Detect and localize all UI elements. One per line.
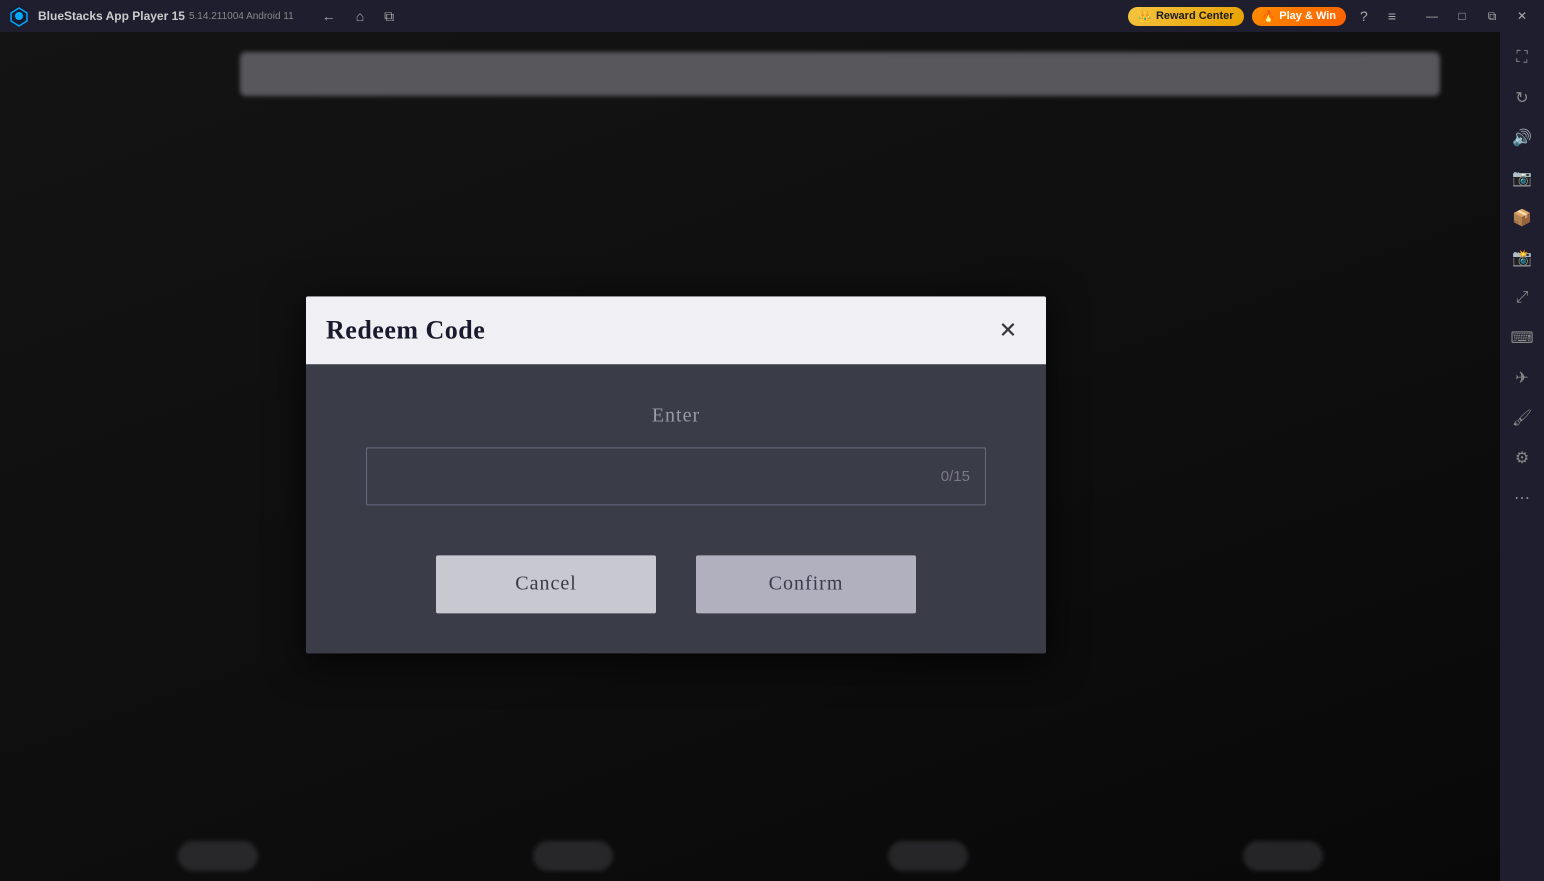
brush-icon[interactable]: 🖌 bbox=[1504, 400, 1540, 436]
keyboard-icon[interactable]: ⌨ bbox=[1504, 320, 1540, 356]
code-counter: 0/15 bbox=[941, 467, 970, 484]
restore-button[interactable]: ⧉ bbox=[1478, 6, 1506, 26]
settings-icon[interactable]: ⚙ bbox=[1504, 440, 1540, 476]
cancel-button[interactable]: Cancel bbox=[436, 555, 656, 613]
code-input-wrapper: 0/15 bbox=[366, 447, 986, 505]
fire-icon: 🔥 bbox=[1262, 10, 1276, 23]
camera-icon[interactable]: 📷 bbox=[1504, 160, 1540, 196]
reward-center-button[interactable]: 👑 Reward Center bbox=[1128, 7, 1243, 26]
reward-center-label: Reward Center bbox=[1156, 10, 1234, 22]
titlebar-nav: ← ⌂ ⧉ bbox=[318, 4, 398, 29]
minimize-button[interactable]: — bbox=[1418, 6, 1446, 26]
dialog-footer: Cancel Confirm bbox=[306, 555, 1046, 653]
titlebar: BlueStacks App Player 15 5.14.211004 And… bbox=[0, 0, 1544, 32]
maximize-button[interactable]: □ bbox=[1448, 6, 1476, 26]
screen-rotate-icon[interactable]: ↻ bbox=[1504, 80, 1540, 116]
code-input[interactable] bbox=[366, 447, 986, 505]
confirm-button[interactable]: Confirm bbox=[696, 555, 916, 613]
home-button[interactable]: ⌂ bbox=[352, 4, 368, 28]
volume-icon[interactable]: 🔊 bbox=[1504, 120, 1540, 156]
titlebar-right: 👑 Reward Center 🔥 Play & Win ? ≡ — □ ⧉ ✕ bbox=[1128, 4, 1536, 28]
redeem-code-dialog: Redeem Code ✕ Enter 0/15 Cancel Confirm bbox=[306, 296, 1046, 653]
copy-button[interactable]: ⧉ bbox=[380, 4, 398, 29]
window-controls: — □ ⧉ ✕ bbox=[1418, 6, 1536, 26]
help-button[interactable]: ? bbox=[1354, 4, 1374, 28]
back-button[interactable]: ← bbox=[318, 4, 340, 28]
menu-button[interactable]: ≡ bbox=[1382, 4, 1402, 28]
play-win-button[interactable]: 🔥 Play & Win bbox=[1252, 7, 1346, 26]
dialog-close-button[interactable]: ✕ bbox=[990, 312, 1026, 348]
fullscreen-icon[interactable]: ⛶ bbox=[1504, 40, 1540, 76]
expand-icon[interactable]: ⤢ bbox=[1504, 280, 1540, 316]
dialog-body: Enter 0/15 bbox=[306, 364, 1046, 555]
crown-icon: 👑 bbox=[1138, 10, 1152, 23]
screenshot-icon[interactable]: 📸 bbox=[1504, 240, 1540, 276]
app-version: 5.14.211004 Android 11 bbox=[189, 11, 294, 22]
enter-label: Enter bbox=[652, 404, 700, 427]
apk-icon[interactable]: 📦 bbox=[1504, 200, 1540, 236]
airplane-icon[interactable]: ✈ bbox=[1504, 360, 1540, 396]
dialog-container: Redeem Code ✕ Enter 0/15 Cancel Confirm bbox=[306, 296, 1046, 653]
right-sidebar: ⛶ ↻ 🔊 📷 📦 📸 ⤢ ⌨ ✈ 🖌 ⚙ ⋯ bbox=[1500, 32, 1544, 881]
more-icon[interactable]: ⋯ bbox=[1504, 480, 1540, 516]
main-area: Redeem Code ✕ Enter 0/15 Cancel Confirm bbox=[0, 32, 1500, 881]
app-name: BlueStacks App Player 15 bbox=[38, 9, 185, 23]
bluestacks-logo bbox=[8, 5, 30, 27]
play-win-label: Play & Win bbox=[1279, 10, 1336, 22]
dialog-title: Redeem Code bbox=[326, 315, 485, 345]
dialog-header: Redeem Code ✕ bbox=[306, 296, 1046, 364]
close-button[interactable]: ✕ bbox=[1508, 6, 1536, 26]
